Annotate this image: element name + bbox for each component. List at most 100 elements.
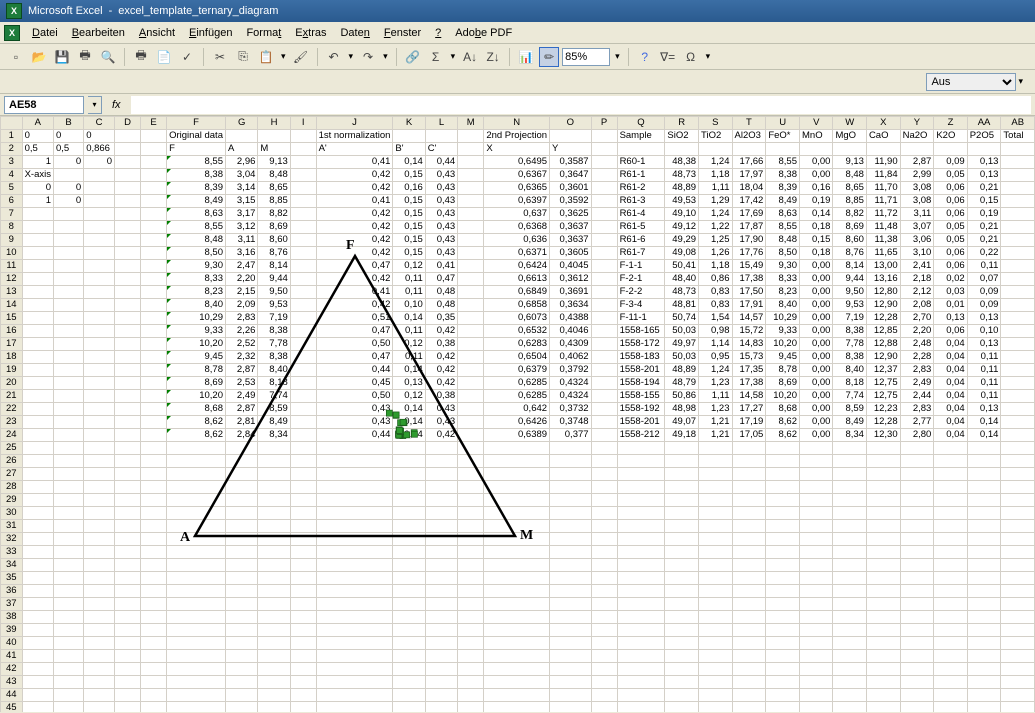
cell[interactable]: [115, 156, 141, 169]
cell[interactable]: 49,29: [665, 234, 699, 247]
cell[interactable]: [833, 507, 866, 520]
cell[interactable]: 8,69: [766, 377, 800, 390]
cell[interactable]: 2,80: [900, 429, 934, 442]
cell[interactable]: [22, 546, 53, 559]
cell[interactable]: 1,23: [699, 403, 732, 416]
cell[interactable]: [258, 520, 290, 533]
cell[interactable]: [22, 299, 53, 312]
cell[interactable]: [617, 533, 665, 546]
cell[interactable]: 9,53: [833, 299, 866, 312]
col-header-W[interactable]: W: [833, 117, 866, 130]
cell[interactable]: [833, 702, 866, 713]
cell[interactable]: [22, 663, 53, 676]
cell[interactable]: [866, 702, 900, 713]
cell[interactable]: [258, 585, 290, 598]
cell[interactable]: [290, 559, 316, 572]
cell[interactable]: [84, 559, 115, 572]
preview-icon[interactable]: 📄: [154, 47, 174, 67]
cell[interactable]: [617, 494, 665, 507]
cell[interactable]: [84, 364, 115, 377]
cell[interactable]: [84, 182, 115, 195]
cell[interactable]: 0,3691: [550, 286, 592, 299]
cell[interactable]: [1001, 559, 1035, 572]
cell[interactable]: 0,13: [967, 169, 1001, 182]
cell[interactable]: [866, 637, 900, 650]
cell[interactable]: 3,12: [225, 221, 257, 234]
cell[interactable]: [393, 481, 425, 494]
cell[interactable]: 0,3592: [550, 195, 592, 208]
chart-icon[interactable]: 📊: [516, 47, 536, 67]
cell[interactable]: [732, 598, 766, 611]
cell[interactable]: [934, 455, 967, 468]
cell[interactable]: 3,04: [225, 169, 257, 182]
cell[interactable]: [591, 299, 617, 312]
cell[interactable]: 13,16: [866, 273, 900, 286]
cell[interactable]: [167, 689, 226, 702]
cell[interactable]: [316, 663, 393, 676]
cell[interactable]: 0,6424: [484, 260, 550, 273]
cell[interactable]: [290, 182, 316, 195]
cell[interactable]: [54, 338, 84, 351]
omega-icon[interactable]: Ω: [681, 47, 701, 67]
cell[interactable]: [665, 624, 699, 637]
cell[interactable]: 2,15: [225, 286, 257, 299]
menu-adobe[interactable]: Adobe PDF: [449, 25, 518, 41]
cell[interactable]: 2,84: [225, 429, 257, 442]
cell[interactable]: [617, 481, 665, 494]
cell[interactable]: [591, 156, 617, 169]
cell[interactable]: 0,43: [425, 234, 457, 247]
cell[interactable]: 8,38: [833, 325, 866, 338]
cell[interactable]: [732, 663, 766, 676]
cell[interactable]: [54, 481, 84, 494]
cell[interactable]: 1,54: [699, 312, 732, 325]
cell[interactable]: [934, 494, 967, 507]
cell[interactable]: [699, 611, 732, 624]
cell[interactable]: 3,10: [900, 247, 934, 260]
cell[interactable]: 1558-201: [617, 416, 665, 429]
col-header-D[interactable]: D: [115, 117, 141, 130]
cell[interactable]: 1558-192: [617, 403, 665, 416]
cell[interactable]: [833, 442, 866, 455]
cell[interactable]: 0,14: [393, 312, 425, 325]
cell[interactable]: [1001, 338, 1035, 351]
cell[interactable]: [393, 507, 425, 520]
cell[interactable]: 7,74: [833, 390, 866, 403]
cell[interactable]: [393, 533, 425, 546]
cell[interactable]: 17,35: [732, 364, 766, 377]
cell[interactable]: [591, 377, 617, 390]
cell[interactable]: [967, 533, 1001, 546]
cell[interactable]: [141, 624, 167, 637]
cell[interactable]: M: [258, 143, 290, 156]
cell[interactable]: 0,00: [800, 429, 833, 442]
col-header-Y[interactable]: Y: [900, 117, 934, 130]
col-header-M[interactable]: M: [458, 117, 484, 130]
cell[interactable]: 48,40: [665, 273, 699, 286]
cell[interactable]: [591, 143, 617, 156]
cell[interactable]: 0,11: [967, 364, 1001, 377]
cell[interactable]: [141, 650, 167, 663]
cell[interactable]: [167, 637, 226, 650]
cell[interactable]: [732, 585, 766, 598]
cell[interactable]: [591, 481, 617, 494]
cell[interactable]: [316, 624, 393, 637]
cell[interactable]: 0,42: [316, 208, 393, 221]
cell[interactable]: 0,14: [393, 403, 425, 416]
sum-dd-icon[interactable]: ▾: [449, 51, 458, 62]
col-header-AA[interactable]: AA: [967, 117, 1001, 130]
cell[interactable]: [617, 689, 665, 702]
cell[interactable]: 0,01: [934, 299, 967, 312]
filter-icon[interactable]: ∇=: [658, 47, 678, 67]
cell[interactable]: [550, 572, 592, 585]
row-header[interactable]: 29: [1, 494, 23, 507]
cell[interactable]: [458, 598, 484, 611]
cell[interactable]: [665, 143, 699, 156]
cell[interactable]: Na2O: [900, 130, 934, 143]
cell[interactable]: [54, 637, 84, 650]
cell[interactable]: 0,04: [934, 429, 967, 442]
cell[interactable]: [115, 182, 141, 195]
cell[interactable]: 0,04: [934, 377, 967, 390]
cell[interactable]: [290, 546, 316, 559]
cell[interactable]: [591, 169, 617, 182]
cell[interactable]: [54, 442, 84, 455]
cell[interactable]: [393, 702, 425, 713]
